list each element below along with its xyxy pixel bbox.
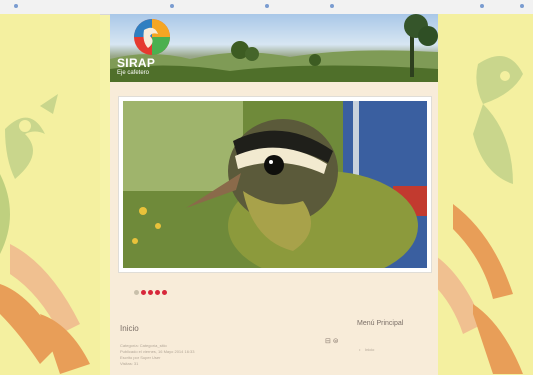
decorative-bird-pattern xyxy=(0,14,100,375)
brand-tagline: Eje cafetero xyxy=(117,70,150,76)
image-slider[interactable] xyxy=(118,96,432,273)
browser-indicator-icon xyxy=(480,4,484,8)
brand-logo-text[interactable]: SIRAP Eje cafetero xyxy=(117,57,155,77)
slider-dot[interactable] xyxy=(155,290,160,295)
browser-indicator-icon xyxy=(14,4,18,8)
article: Inicio Categoría: Categoría_sitio Public… xyxy=(120,324,320,375)
bird-photo xyxy=(123,101,427,268)
right-decorative-pattern xyxy=(433,14,533,375)
article-author: Escrito por Super User xyxy=(120,355,161,360)
browser-indicator-icon xyxy=(265,4,269,8)
print-email-icons[interactable]: ⊟ ⊜ xyxy=(325,337,339,345)
slider-dot[interactable] xyxy=(162,290,167,295)
menu-item-inicio[interactable]: Inicio xyxy=(365,347,374,352)
page-column: SIRAP Eje cafetero Inicio Categoría: Cat… xyxy=(110,14,438,375)
browser-indicator-icon xyxy=(170,4,174,8)
main-menu-module: Menú Principal • Inicio xyxy=(357,320,429,352)
slide-image-bird xyxy=(123,101,427,268)
sirap-logo-icon xyxy=(134,19,170,55)
slider-dot[interactable] xyxy=(148,290,153,295)
browser-strip xyxy=(0,0,533,15)
browser-indicator-icon xyxy=(520,4,524,8)
main-menu-title: Menú Principal xyxy=(357,320,404,327)
site-header-banner: SIRAP Eje cafetero xyxy=(110,14,438,82)
brand-name: SIRAP xyxy=(117,56,156,70)
article-published-date: Publicado el viernes, 16 Mayo 2014 16:33 xyxy=(120,349,195,354)
article-title[interactable]: Inicio xyxy=(120,324,139,333)
slider-dot[interactable] xyxy=(134,290,139,295)
slider-dot[interactable] xyxy=(141,290,146,295)
decorative-bird-pattern xyxy=(433,14,533,375)
browser-indicator-icon xyxy=(330,4,334,8)
article-hits: Visitas: 31 xyxy=(120,361,139,366)
bullet-icon: • xyxy=(359,347,361,352)
left-decorative-pattern xyxy=(0,14,100,375)
article-category: Categoría: Categoría_sitio xyxy=(120,343,167,348)
